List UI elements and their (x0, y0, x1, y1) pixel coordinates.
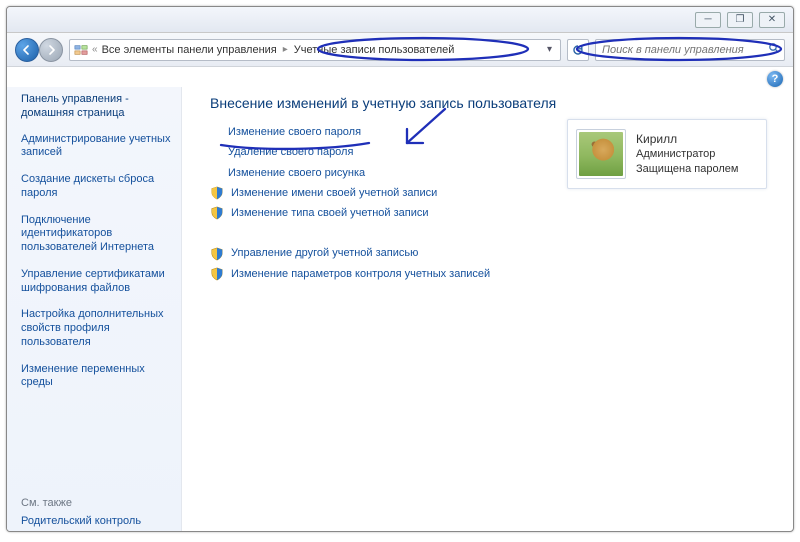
user-status: Защищена паролем (636, 162, 738, 177)
action-label: Изменение типа своей учетной записи (231, 206, 429, 220)
action-label: Изменение своего пароля (228, 125, 361, 139)
user-role: Администратор (636, 147, 738, 162)
main-content: Внесение изменений в учетную запись поль… (182, 87, 793, 531)
page-title: Внесение изменений в учетную запись поль… (210, 95, 777, 111)
user-info: Кирилл Администратор Защищена паролем (636, 131, 738, 177)
forward-button[interactable] (39, 38, 63, 62)
action-change-type[interactable]: Изменение типа своей учетной записи (210, 206, 777, 220)
action-uac-settings[interactable]: Изменение параметров контроля учетных за… (210, 267, 777, 281)
control-panel-window: ─ ❐ ✕ « Все элементы панели управления ▸… (6, 6, 794, 532)
titlebar: ─ ❐ ✕ (7, 7, 793, 33)
breadcrumb-back-chevron[interactable]: « (92, 44, 98, 55)
avatar (579, 132, 623, 176)
action-label: Удаление своего пароля (228, 145, 353, 159)
sidebar-item-advanced-profile[interactable]: Настройка дополнительных свойств профиля… (21, 308, 173, 349)
help-icon[interactable]: ? (767, 71, 783, 87)
action-label: Изменение имени своей учетной записи (231, 186, 437, 200)
shield-icon (210, 267, 224, 281)
sidebar-item-password-reset-disk[interactable]: Создание дискеты сброса пароля (21, 173, 173, 201)
control-panel-icon (74, 43, 88, 57)
see-also-parental-controls[interactable]: Родительский контроль (21, 515, 173, 527)
sidebar-item-manage-accounts[interactable]: Администрирование учетных записей (21, 133, 173, 161)
chevron-right-icon: ▸ (281, 44, 290, 55)
user-card: Кирилл Администратор Защищена паролем (567, 119, 767, 189)
shield-icon (210, 186, 224, 200)
action-label: Изменение своего рисунка (228, 166, 365, 180)
sidebar-item-manage-certs[interactable]: Управление сертификатами шифрования файл… (21, 268, 173, 296)
action-label: Изменение параметров контроля учетных за… (231, 267, 490, 281)
help-row: ? (7, 67, 793, 87)
search-input[interactable] (600, 43, 768, 57)
maximize-button[interactable]: ❐ (727, 12, 753, 28)
shield-icon (210, 206, 224, 220)
minimize-button[interactable]: ─ (695, 12, 721, 28)
action-label: Управление другой учетной записью (231, 246, 418, 260)
close-button[interactable]: ✕ (759, 12, 785, 28)
search-icon (768, 42, 780, 57)
address-bar[interactable]: « Все элементы панели управления ▸ Учетн… (69, 39, 561, 61)
breadcrumb-root[interactable]: Все элементы панели управления (102, 44, 277, 56)
see-also-heading: См. также (21, 497, 173, 509)
shield-icon (210, 247, 224, 261)
breadcrumb-current[interactable]: Учетные записи пользователей (294, 44, 455, 56)
nav-bar: « Все элементы панели управления ▸ Учетн… (7, 33, 793, 67)
address-dropdown[interactable]: ▾ (543, 44, 556, 55)
sidebar-item-link-online-ids[interactable]: Подключение идентификаторов пользователе… (21, 214, 173, 255)
action-manage-other-account[interactable]: Управление другой учетной записью (210, 246, 777, 260)
body: Панель управления - домашняя страница Ад… (7, 87, 793, 531)
refresh-button[interactable] (567, 39, 589, 61)
back-button[interactable] (15, 38, 39, 62)
sidebar-home-link[interactable]: Панель управления - домашняя страница (21, 93, 173, 121)
user-name: Кирилл (636, 131, 738, 147)
sidebar-item-env-vars[interactable]: Изменение переменных среды (21, 363, 173, 391)
avatar-frame (576, 129, 626, 179)
search-box[interactable] (595, 39, 785, 61)
sidebar: Панель управления - домашняя страница Ад… (7, 87, 182, 531)
